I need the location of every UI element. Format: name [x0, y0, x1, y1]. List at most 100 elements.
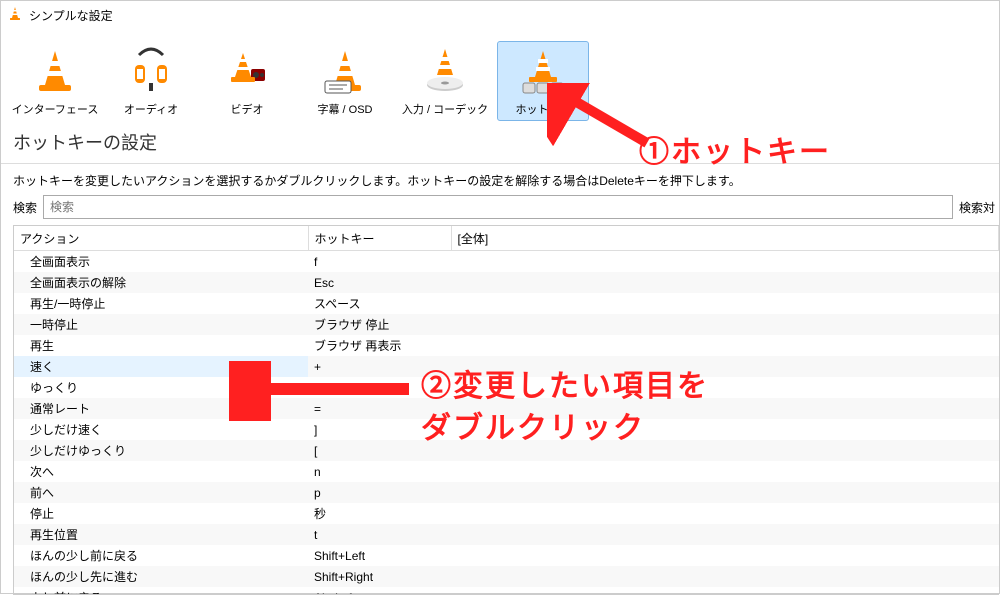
cell-global — [451, 356, 999, 377]
table-row[interactable]: 速く+ — [14, 356, 999, 377]
col-global[interactable]: [全体] — [451, 226, 999, 251]
cell-hotkey: = — [308, 398, 451, 419]
search-label: 検索 — [13, 199, 37, 216]
cell-action: 次へ — [14, 461, 308, 482]
video-icon — [223, 47, 271, 95]
cell-hotkey: Shift+Right — [308, 566, 451, 587]
cell-global — [451, 377, 999, 398]
cell-global — [451, 503, 999, 524]
cell-global — [451, 335, 999, 356]
table-row[interactable]: ほんの少し先に進むShift+Right — [14, 566, 999, 587]
cell-hotkey: f — [308, 251, 451, 273]
tab-video[interactable]: ビデオ — [201, 41, 293, 121]
cell-hotkey: Esc — [308, 272, 451, 293]
section-title: ホットキーの設定 — [1, 129, 999, 163]
tab-interface[interactable]: インターフェース — [9, 41, 101, 121]
tab-label: 入力 / コーデック — [402, 101, 488, 117]
cell-hotkey: p — [308, 482, 451, 503]
cell-global — [451, 440, 999, 461]
cell-hotkey: ブラウザ 停止 — [308, 314, 451, 335]
table-row[interactable]: 少しだけゆっくり[ — [14, 440, 999, 461]
cell-hotkey: t — [308, 524, 451, 545]
table-body: 全画面表示f全画面表示の解除Esc再生/一時停止スペース一時停止ブラウザ 停止再… — [14, 251, 999, 595]
cell-hotkey: ブラウザ 再表示 — [308, 335, 451, 356]
cell-global — [451, 293, 999, 314]
cell-action: 少しだけ速く — [14, 419, 308, 440]
titlebar: シンプルな設定 — [1, 1, 999, 29]
preferences-window: シンプルな設定 インターフェース — [0, 0, 1000, 594]
cell-global — [451, 461, 999, 482]
table-header: アクション ホットキー [全体] — [14, 226, 999, 251]
tab-subtitle[interactable]: 字幕 / OSD — [297, 41, 393, 121]
col-hotkey[interactable]: ホットキー — [308, 226, 451, 251]
app-icon — [7, 6, 23, 25]
tab-label: 字幕 / OSD — [317, 101, 372, 117]
cell-action: 再生 — [14, 335, 308, 356]
table-row[interactable]: 再生位置t — [14, 524, 999, 545]
cell-action: 全画面表示の解除 — [14, 272, 308, 293]
cell-hotkey: ] — [308, 419, 451, 440]
cell-global — [451, 524, 999, 545]
tab-audio[interactable]: オーディオ — [105, 41, 197, 121]
table-row[interactable]: 前へp — [14, 482, 999, 503]
search-target-label: 検索対 — [959, 199, 995, 216]
cell-global — [451, 545, 999, 566]
cell-action: ほんの少し前に戻る — [14, 545, 308, 566]
table-row[interactable]: 通常レート= — [14, 398, 999, 419]
hotkey-table[interactable]: アクション ホットキー [全体] 全画面表示f全画面表示の解除Esc再生/一時停… — [14, 226, 999, 595]
cell-action: 一時停止 — [14, 314, 308, 335]
codec-icon — [421, 47, 469, 95]
cell-action: 再生/一時停止 — [14, 293, 308, 314]
category-toolbar: インターフェース オーディオ — [1, 29, 999, 129]
table-row[interactable]: 停止秒 — [14, 503, 999, 524]
cell-global — [451, 482, 999, 503]
cell-global — [451, 566, 999, 587]
table-row[interactable]: 少しだけ速く] — [14, 419, 999, 440]
cell-global — [451, 398, 999, 419]
cell-global — [451, 419, 999, 440]
audio-icon — [127, 47, 175, 95]
tab-label: ホットキー — [516, 101, 571, 117]
cell-hotkey: スペース — [308, 293, 451, 314]
search-row: 検索 検索対 — [1, 195, 999, 225]
interface-icon — [31, 47, 79, 95]
cell-action: 前へ — [14, 482, 308, 503]
tab-label: オーディオ — [124, 101, 178, 117]
instructions-text: ホットキーを変更したいアクションを選択するかダブルクリックします。ホットキーの設… — [1, 164, 999, 195]
table-row[interactable]: 全画面表示f — [14, 251, 999, 273]
tab-hotkey[interactable]: ホットキー — [497, 41, 589, 121]
cell-hotkey: [ — [308, 440, 451, 461]
cell-action: 速く — [14, 356, 308, 377]
cell-hotkey: + — [308, 356, 451, 377]
cell-hotkey: - — [308, 377, 451, 398]
col-action[interactable]: アクション — [14, 226, 308, 251]
window-title: シンプルな設定 — [29, 7, 113, 24]
table-row[interactable]: 再生ブラウザ 再表示 — [14, 335, 999, 356]
subtitle-icon — [321, 47, 369, 95]
table-row[interactable]: ゆっくり- — [14, 377, 999, 398]
table-row[interactable]: ほんの少し前に戻るShift+Left — [14, 545, 999, 566]
cell-global — [451, 272, 999, 293]
cell-action: ゆっくり — [14, 377, 308, 398]
table-row[interactable]: 次へn — [14, 461, 999, 482]
table-row[interactable]: 再生/一時停止スペース — [14, 293, 999, 314]
table-row[interactable]: 全画面表示の解除Esc — [14, 272, 999, 293]
table-row[interactable]: 一時停止ブラウザ 停止 — [14, 314, 999, 335]
cell-action: 停止 — [14, 503, 308, 524]
cell-hotkey: n — [308, 461, 451, 482]
cell-global — [451, 314, 999, 335]
hotkey-table-wrap: アクション ホットキー [全体] 全画面表示f全画面表示の解除Esc再生/一時停… — [13, 225, 999, 595]
search-input[interactable] — [43, 195, 953, 219]
tab-label: ビデオ — [231, 101, 264, 117]
cell-global — [451, 251, 999, 273]
hotkey-icon — [519, 47, 567, 95]
tab-label: インターフェース — [12, 101, 99, 117]
cell-action: 全画面表示 — [14, 251, 308, 273]
cell-action: ほんの少し先に進む — [14, 566, 308, 587]
tab-codec[interactable]: 入力 / コーデック — [397, 41, 493, 121]
cell-action: 通常レート — [14, 398, 308, 419]
cell-action: 再生位置 — [14, 524, 308, 545]
cell-action: 少しだけゆっくり — [14, 440, 308, 461]
cell-hotkey: Shift+Left — [308, 545, 451, 566]
cell-hotkey: 秒 — [308, 503, 451, 524]
